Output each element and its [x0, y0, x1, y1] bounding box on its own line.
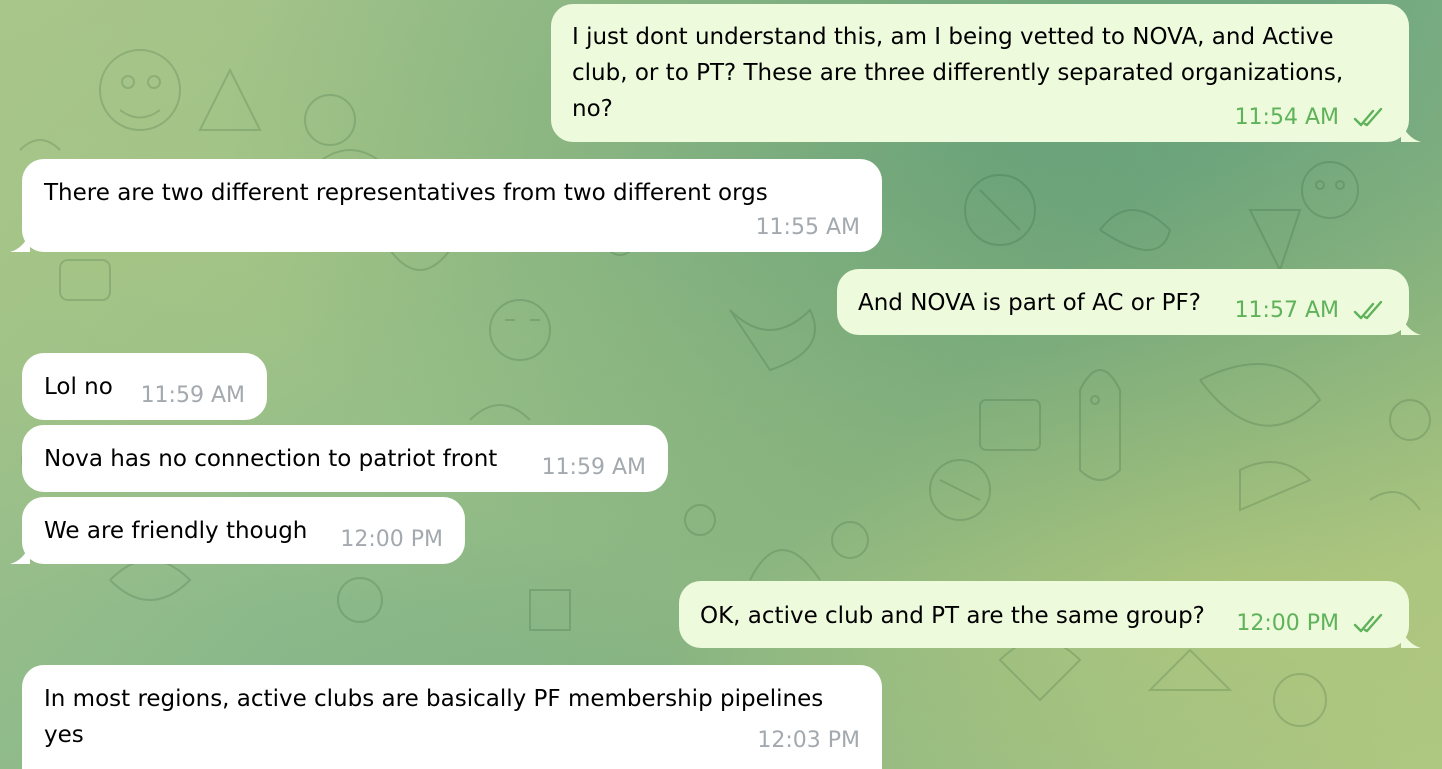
message-time: 11:59 AM	[541, 455, 646, 480]
message-time: 11:55 AM	[755, 215, 860, 240]
message-meta: 11:59 AM	[141, 378, 245, 414]
message-time: 12:03 PM	[757, 728, 860, 753]
message-meta: 12:00 PM	[340, 522, 443, 558]
double-check-icon	[1353, 108, 1383, 127]
bubble-tail	[1401, 315, 1421, 335]
bubble-tail	[10, 232, 30, 252]
incoming-message[interactable]: In most regions, active clubs are basica…	[22, 665, 882, 769]
message-meta: 11:59 AM	[542, 450, 646, 486]
message-meta: 12:00 PM	[1236, 606, 1387, 642]
message-time: 12:00 PM	[1236, 611, 1339, 636]
message-meta: 11:55 AM	[756, 210, 860, 246]
double-check-icon	[1353, 614, 1383, 633]
outgoing-message[interactable]: And NOVA is part of AC or PF? 11:57 AM	[837, 269, 1421, 335]
message-text: Lol no	[44, 374, 113, 400]
message-meta: 12:03 PM	[757, 723, 860, 759]
message-text: OK, active club and PT are the same grou…	[700, 603, 1205, 629]
message-text: In most regions, active clubs are basica…	[44, 686, 824, 748]
incoming-message[interactable]: There are two different representatives …	[10, 159, 882, 252]
bubble-tail	[1401, 122, 1421, 142]
message-text: We are friendly though	[44, 518, 308, 544]
bubble-tail	[10, 544, 30, 564]
message-meta: 11:54 AM	[1235, 100, 1387, 136]
message-time: 11:59 AM	[140, 383, 245, 408]
message-text: Nova has no connection to patriot front	[44, 446, 498, 472]
incoming-message[interactable]: We are friendly though 12:00 PM	[10, 497, 465, 564]
outgoing-message[interactable]: OK, active club and PT are the same grou…	[679, 581, 1421, 648]
message-text: And NOVA is part of AC or PF?	[858, 290, 1201, 316]
message-time: 11:57 AM	[1234, 298, 1339, 323]
incoming-message[interactable]: Lol no 11:59 AM	[22, 353, 267, 420]
bubble-tail	[1401, 628, 1421, 648]
incoming-message[interactable]: Nova has no connection to patriot front …	[22, 425, 668, 492]
message-text: There are two different representatives …	[44, 180, 768, 206]
message-meta: 11:57 AM	[1235, 293, 1387, 329]
outgoing-message[interactable]: I just dont understand this, am I being …	[551, 4, 1421, 142]
message-time: 12:00 PM	[340, 527, 443, 552]
double-check-icon	[1353, 301, 1383, 320]
message-time: 11:54 AM	[1234, 105, 1339, 130]
